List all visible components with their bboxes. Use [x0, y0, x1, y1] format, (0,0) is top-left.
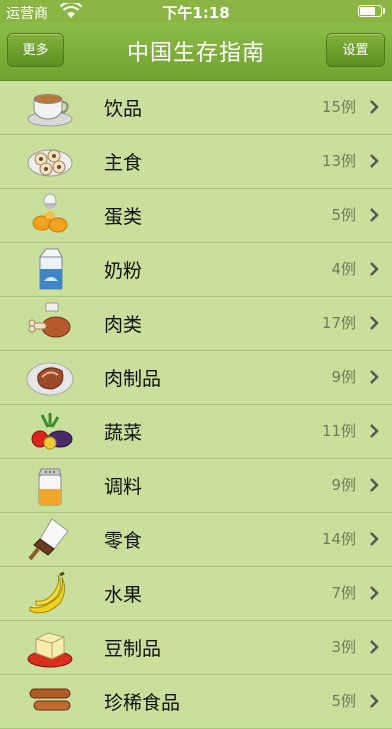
item-count: 9例 — [331, 368, 356, 386]
item-label: 调料 — [104, 476, 143, 498]
battery-icon — [358, 5, 385, 17]
chevron-right-icon — [370, 208, 379, 222]
chevron-right-icon — [370, 532, 379, 546]
list-item-snacks[interactable]: 零食 14例 — [0, 513, 392, 567]
ice-cream-icon — [28, 518, 69, 561]
list-item-meat[interactable]: 肉类 17例 — [0, 297, 392, 351]
item-label: 蛋类 — [104, 206, 143, 228]
item-count: 5例 — [331, 206, 356, 224]
chevron-right-icon — [370, 370, 379, 384]
item-count: 5例 — [331, 692, 356, 710]
chevron-right-icon — [370, 694, 379, 708]
vegetables-icon — [31, 413, 73, 450]
milk-carton-icon — [39, 248, 63, 290]
item-label: 主食 — [104, 152, 143, 174]
item-count: 3例 — [331, 638, 356, 656]
item-label: 奶粉 — [104, 260, 143, 282]
item-label: 肉制品 — [104, 368, 162, 390]
settings-button[interactable]: 设置 — [326, 33, 385, 67]
navigation-bar: 更多 中国生存指南 设置 — [0, 22, 392, 81]
eggs-icon — [32, 193, 68, 233]
item-count: 4例 — [331, 260, 356, 278]
list-item-drinks[interactable]: 饮品 15例 — [0, 81, 392, 135]
chevron-right-icon — [370, 424, 379, 438]
category-list: 饮品 15例 主食 13例 蛋类 5例 奶粉 4例 肉类 17例 肉制品 9例 … — [0, 81, 392, 729]
list-item-eggs[interactable]: 蛋类 5例 — [0, 189, 392, 243]
list-item-meat-products[interactable]: 肉制品 9例 — [0, 351, 392, 405]
item-count: 11例 — [321, 422, 356, 440]
list-item-seasoning[interactable]: 调料 9例 — [0, 459, 392, 513]
item-count: 17例 — [321, 314, 356, 332]
list-item-vegetables[interactable]: 蔬菜 11例 — [0, 405, 392, 459]
item-label: 水果 — [104, 584, 143, 606]
item-label: 豆制品 — [104, 638, 162, 660]
chevron-right-icon — [370, 262, 379, 276]
chevron-right-icon — [370, 154, 379, 168]
item-label: 零食 — [104, 530, 143, 552]
salt-shaker-icon — [38, 468, 62, 506]
item-count: 13例 — [321, 152, 356, 170]
chevron-right-icon — [370, 316, 379, 330]
item-count: 15例 — [321, 98, 356, 116]
chevron-right-icon — [370, 586, 379, 600]
list-item-soy-products[interactable]: 豆制品 3例 — [0, 621, 392, 675]
coffee-cup-icon — [27, 94, 73, 127]
tofu-icon — [27, 632, 73, 668]
status-bar: 运营商 下午1:18 — [0, 0, 392, 22]
item-count: 9例 — [331, 476, 356, 494]
list-item-milk-powder[interactable]: 奶粉 4例 — [0, 243, 392, 297]
list-item-fruit[interactable]: 水果 7例 — [0, 567, 392, 621]
item-count: 14例 — [321, 530, 356, 548]
status-time: 下午1:18 — [162, 4, 230, 22]
chevron-right-icon — [370, 640, 379, 654]
item-label: 肉类 — [104, 314, 143, 336]
chevron-right-icon — [370, 100, 379, 114]
list-item-staple-food[interactable]: 主食 13例 — [0, 135, 392, 189]
chevron-right-icon — [370, 478, 379, 492]
item-label: 珍稀食品 — [104, 692, 181, 714]
ham-plate-icon — [26, 362, 74, 396]
meat-leg-icon — [28, 302, 71, 338]
list-item-rare-foods[interactable]: 珍稀食品 5例 — [0, 675, 392, 729]
item-count: 7例 — [331, 584, 356, 602]
sausages-icon — [29, 688, 71, 711]
dumplings-icon — [27, 149, 73, 177]
item-label: 蔬菜 — [104, 422, 143, 444]
bananas-icon — [29, 571, 66, 614]
item-label: 饮品 — [104, 98, 143, 120]
